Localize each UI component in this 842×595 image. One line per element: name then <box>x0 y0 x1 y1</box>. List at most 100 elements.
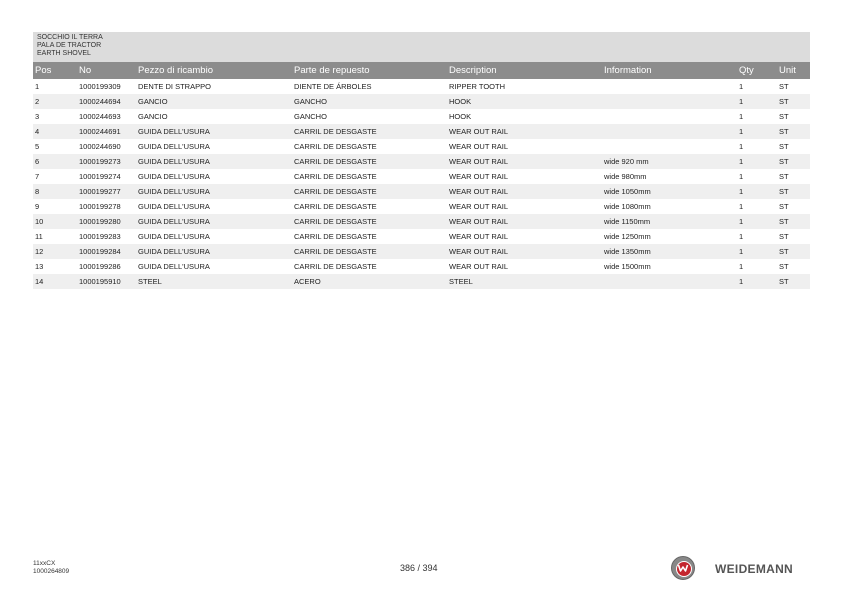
cell-information: wide 1350mm <box>604 247 651 256</box>
cell-italian-name: GUIDA DELL'USURA <box>138 247 210 256</box>
cell-qty: 1 <box>739 262 744 271</box>
cell-information: wide 1050mm <box>604 187 651 196</box>
header-qty: Qty <box>739 65 754 76</box>
cell-italian-name: GUIDA DELL'USURA <box>138 187 210 196</box>
table-row: 4 1000244691 GUIDA DELL'USURA CARRIL DE DES… <box>33 124 810 139</box>
cell-description: WEAR OUT RAIL <box>449 157 509 166</box>
cell-spanish-name: GANCHO <box>294 112 327 121</box>
table-row: 2 1000244694 GANCIO GANCHO HOOK 1 ST <box>33 94 810 109</box>
cell-description: WEAR OUT RAIL <box>449 142 509 151</box>
cell-description: HOOK <box>449 112 472 121</box>
cell-spanish-name: CARRIL DE DESGASTE <box>294 142 377 151</box>
cell-pos: 2 <box>35 97 40 106</box>
cell-part-number: 1000199278 <box>79 202 121 211</box>
cell-spanish-name: CARRIL DE DESGASTE <box>294 187 377 196</box>
title-english: EARTH SHOVEL <box>37 50 91 57</box>
cell-qty: 1 <box>739 97 744 106</box>
table-row: 3 1000244693 GANCIO GANCHO HOOK 1 ST <box>33 109 810 124</box>
cell-spanish-name: CARRIL DE DESGASTE <box>294 262 377 271</box>
parts-table: Pos No Pezzo di ricambio Parte de repues… <box>33 62 810 289</box>
cell-description: WEAR OUT RAIL <box>449 217 509 226</box>
cell-italian-name: GUIDA DELL'USURA <box>138 262 210 271</box>
cell-description: WEAR OUT RAIL <box>449 247 509 256</box>
table-body: 1 1000199309 DENTE DI STRAPPO DIENTE DE ÁRB… <box>33 79 810 289</box>
cell-italian-name: GUIDA DELL'USURA <box>138 142 210 151</box>
weidemann-logo: WEIDEMANN <box>671 556 811 582</box>
footer-doc-info: 11xxCX 1000264809 <box>33 560 69 576</box>
table-row: 9 1000199278 GUIDA DELL'USURA CARRIL DE DES… <box>33 199 810 214</box>
header-spanish: Parte de repuesto <box>294 65 370 76</box>
cell-part-number: 1000199286 <box>79 262 121 271</box>
cell-pos: 6 <box>35 157 40 166</box>
cell-unit: ST <box>779 157 789 166</box>
cell-pos: 8 <box>35 187 40 196</box>
cell-spanish-name: CARRIL DE DESGASTE <box>294 217 377 226</box>
cell-information: wide 920 mm <box>604 157 649 166</box>
cell-part-number: 1000199309 <box>79 82 121 91</box>
cell-pos: 12 <box>35 247 44 256</box>
cell-information: wide 1250mm <box>604 232 651 241</box>
header-italian: Pezzo di ricambio <box>138 65 213 76</box>
cell-unit: ST <box>779 82 789 91</box>
cell-unit: ST <box>779 277 789 286</box>
cell-part-number: 1000199283 <box>79 232 121 241</box>
cell-pos: 7 <box>35 172 40 181</box>
cell-pos: 11 <box>35 232 43 241</box>
cell-part-number: 1000199284 <box>79 247 121 256</box>
cell-unit: ST <box>779 262 789 271</box>
cell-spanish-name: CARRIL DE DESGASTE <box>294 157 377 166</box>
table-header: Pos No Pezzo di ricambio Parte de repues… <box>33 62 810 79</box>
cell-information: wide 1080mm <box>604 202 651 211</box>
cell-unit: ST <box>779 217 789 226</box>
cell-unit: ST <box>779 232 789 241</box>
cell-unit: ST <box>779 187 789 196</box>
cell-pos: 9 <box>35 202 40 211</box>
cell-qty: 1 <box>739 232 744 241</box>
cell-description: WEAR OUT RAIL <box>449 172 509 181</box>
table-row: 13 1000199286 GUIDA DELL'USURA CARRIL DE DE… <box>33 259 810 274</box>
cell-information: wide 980mm <box>604 172 647 181</box>
cell-spanish-name: CARRIL DE DESGASTE <box>294 127 377 136</box>
cell-italian-name: GANCIO <box>138 112 168 121</box>
cell-part-number: 1000199277 <box>79 187 121 196</box>
cell-spanish-name: CARRIL DE DESGASTE <box>294 247 377 256</box>
header-unit: Unit <box>779 65 796 76</box>
cell-qty: 1 <box>739 277 744 286</box>
cell-unit: ST <box>779 112 789 121</box>
table-row: 8 1000199277 GUIDA DELL'USURA CARRIL DE DES… <box>33 184 810 199</box>
cell-part-number: 1000244690 <box>79 142 121 151</box>
cell-unit: ST <box>779 127 789 136</box>
cell-unit: ST <box>779 97 789 106</box>
footer-doc-number: 1000264809 <box>33 568 70 575</box>
footer-model: 11xxCX <box>33 560 56 567</box>
cell-information: wide 1150mm <box>604 217 651 226</box>
document-title-block: SOCCHIO IL TERRA PALA DE TRACTOR EARTH S… <box>33 32 810 62</box>
cell-italian-name: DENTE DI STRAPPO <box>138 82 211 91</box>
cell-pos: 1 <box>35 82 40 91</box>
cell-unit: ST <box>779 142 789 151</box>
cell-part-number: 1000244694 <box>79 97 121 106</box>
cell-part-number: 1000244693 <box>79 112 121 121</box>
cell-pos: 10 <box>35 217 44 226</box>
cell-description: WEAR OUT RAIL <box>449 262 509 271</box>
cell-unit: ST <box>779 172 789 181</box>
cell-pos: 14 <box>35 277 44 286</box>
cell-part-number: 1000199280 <box>79 217 121 226</box>
cell-qty: 1 <box>739 247 744 256</box>
cell-description: WEAR OUT RAIL <box>449 202 509 211</box>
cell-part-number: 1000195910 <box>79 277 121 286</box>
cell-italian-name: GUIDA DELL'USURA <box>138 127 210 136</box>
cell-spanish-name: DIENTE DE ÁRBOLES <box>294 82 372 91</box>
cell-description: WEAR OUT RAIL <box>449 187 509 196</box>
cell-spanish-name: GANCHO <box>294 97 327 106</box>
cell-italian-name: GUIDA DELL'USURA <box>138 217 210 226</box>
cell-description: WEAR OUT RAIL <box>449 127 509 136</box>
table-row: 12 1000199284 GUIDA DELL'USURA CARRIL DE DE… <box>33 244 810 259</box>
cell-information: wide 1500mm <box>604 262 651 271</box>
title-italian: SOCCHIO IL TERRA <box>37 34 103 41</box>
table-row: 1 1000199309 DENTE DI STRAPPO DIENTE DE ÁRB… <box>33 79 810 94</box>
cell-part-number: 1000199274 <box>79 172 121 181</box>
table-row: 7 1000199274 GUIDA DELL'USURA CARRIL DE DES… <box>33 169 810 184</box>
cell-spanish-name: CARRIL DE DESGASTE <box>294 202 377 211</box>
cell-description: WEAR OUT RAIL <box>449 232 509 241</box>
